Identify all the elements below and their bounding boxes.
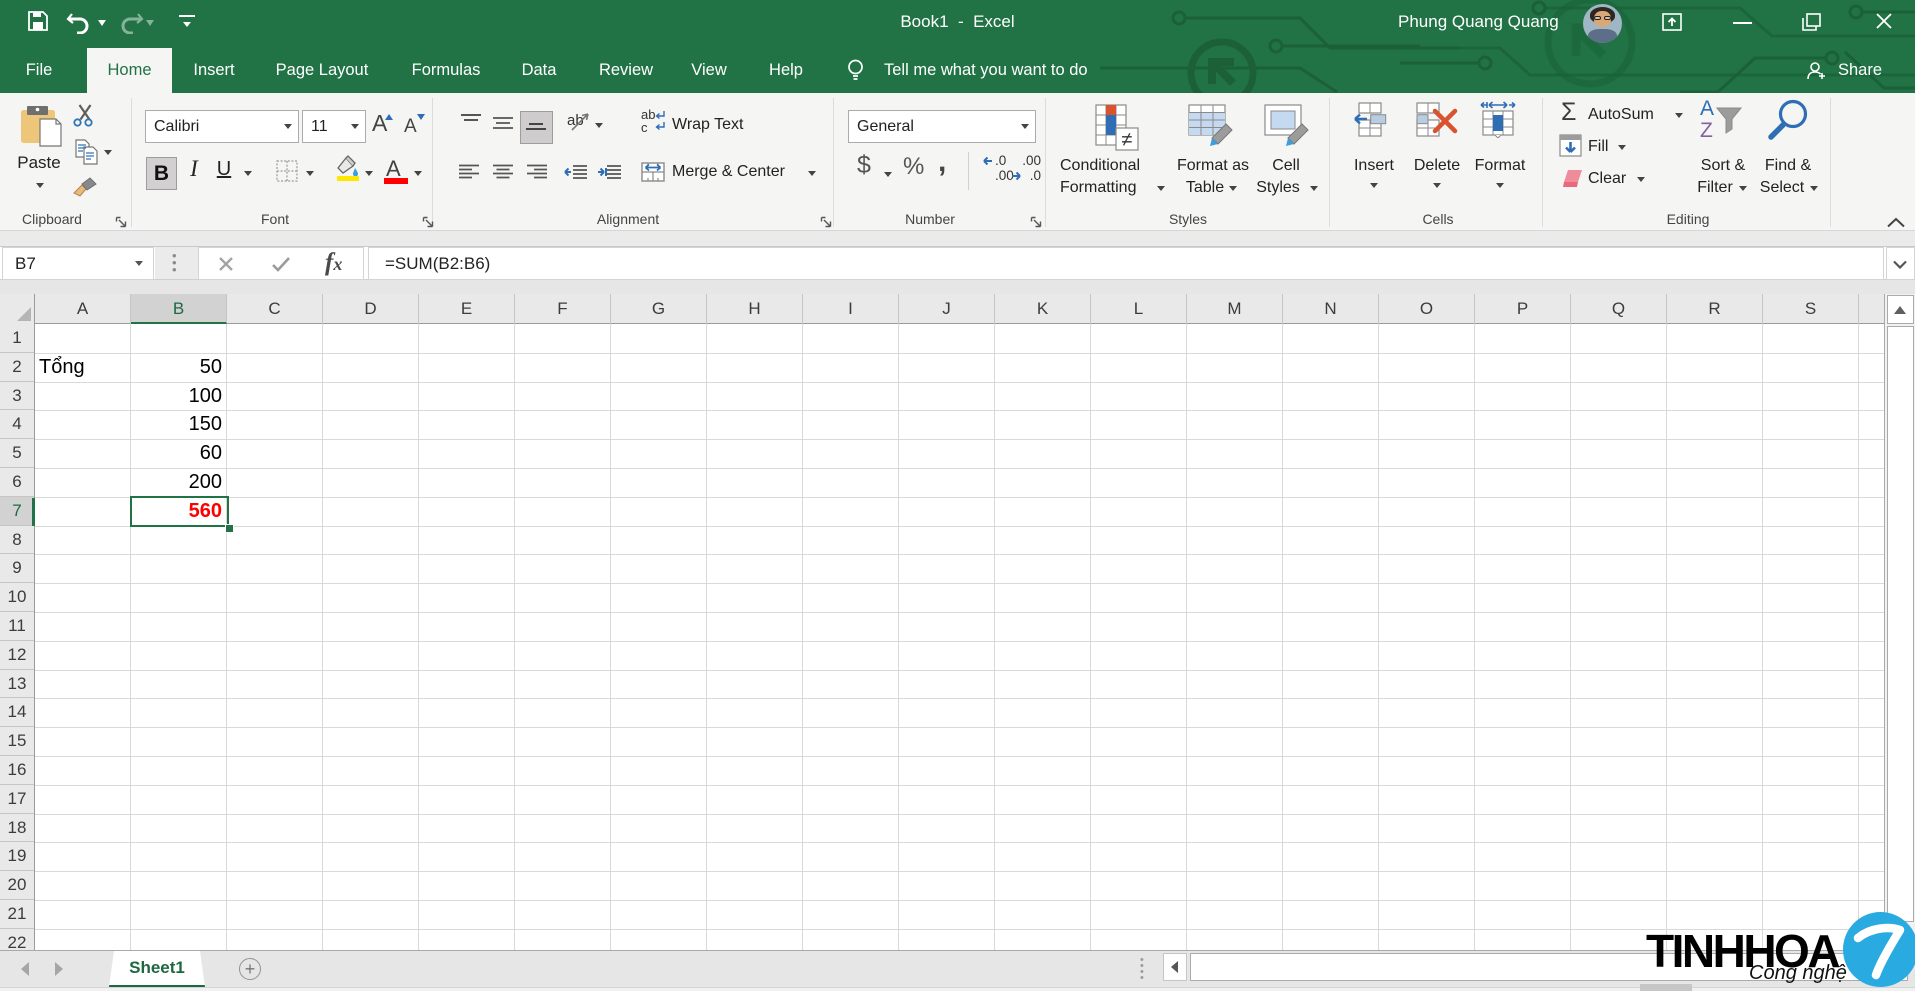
svg-text:≠: ≠	[1122, 129, 1133, 151]
